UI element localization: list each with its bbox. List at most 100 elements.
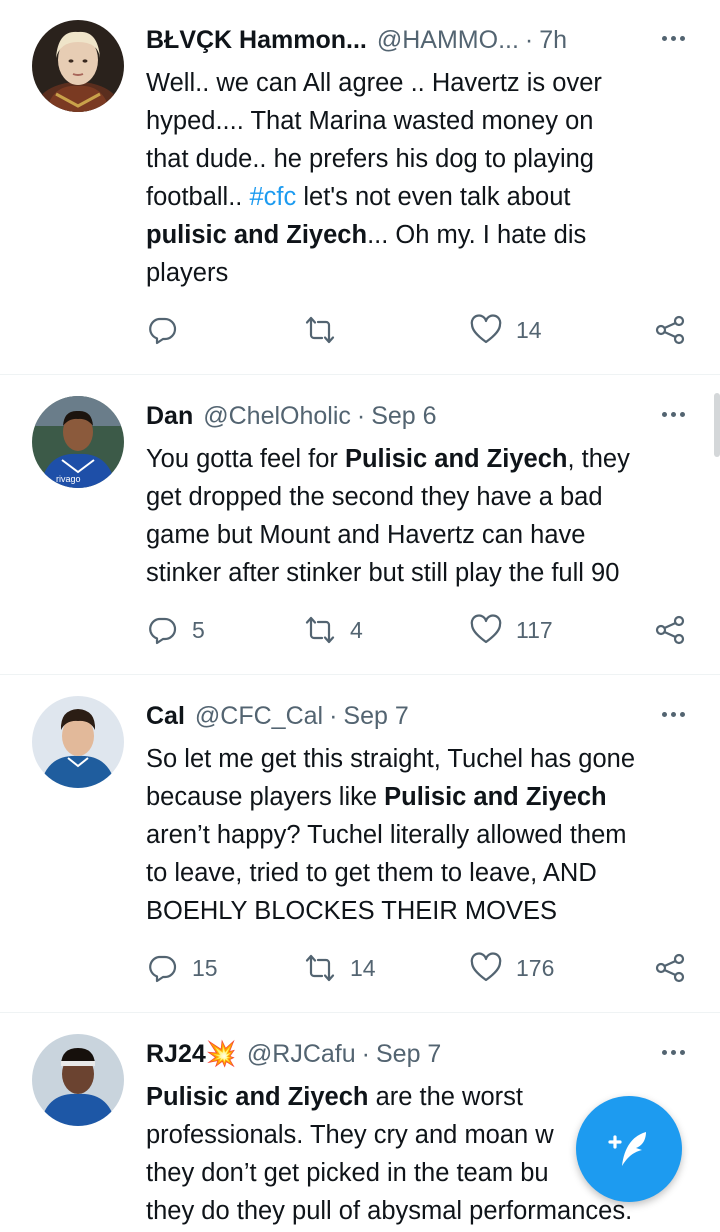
reply-icon <box>149 617 177 645</box>
retweet-button[interactable] <box>304 314 350 346</box>
avatar-sponsor-text: rivago <box>56 474 81 484</box>
tweet-text-line: game but Mount and Havertz can have <box>146 516 696 554</box>
tweet-text-line: get dropped the second they have a bad <box>146 478 696 516</box>
highlighted-text: Pulisic and Ziyech <box>384 783 607 811</box>
retweet-count: 4 <box>350 616 363 643</box>
retweet-button[interactable]: 14 <box>304 952 376 984</box>
divider <box>0 674 720 675</box>
reply-button[interactable]: 15 <box>146 952 218 984</box>
tweet-text-line: pulisic and Ziyech... Oh my. I hate dis <box>146 216 696 254</box>
text-segment: hyped.... That Marina wasted money on <box>146 107 594 135</box>
tweet-actions: 15 14 176 <box>146 952 690 988</box>
text-segment: stinker after stinker but still play the… <box>146 559 620 587</box>
more-icon[interactable] <box>656 26 690 50</box>
reply-count: 15 <box>192 954 218 981</box>
reply-button[interactable] <box>146 314 192 346</box>
like-button[interactable]: 14 <box>470 314 542 346</box>
tweet-text-line: hyped.... That Marina wasted money on <box>146 102 696 140</box>
share-icon <box>655 615 685 645</box>
tweet-text-line: So let me get this straight, Tuchel has … <box>146 740 696 778</box>
tweet-text: Well.. we can All agree .. Havertz is ov… <box>146 64 696 292</box>
avatar[interactable] <box>32 20 124 112</box>
username[interactable]: @HAMMO... <box>377 26 519 55</box>
separator-dot: · <box>356 401 366 430</box>
heart-icon <box>470 314 502 344</box>
text-segment: professionals. They cry and moan w <box>146 1121 554 1149</box>
tweet-text-line: BOEHLY BLOCKES THEIR MOVES <box>146 892 696 930</box>
text-segment: football.. <box>146 183 250 211</box>
share-button[interactable] <box>654 614 686 646</box>
tweet-header: BŁVÇK Hammon... @HAMMO... · 7h <box>146 20 690 60</box>
tweet-text-line: aren’t happy? Tuchel literally allowed t… <box>146 816 696 854</box>
timestamp[interactable]: Sep 6 <box>371 402 436 431</box>
retweet-button[interactable]: 4 <box>304 614 363 646</box>
highlighted-text: Pulisic and Ziyech <box>344 445 568 473</box>
reply-icon <box>149 317 177 345</box>
share-button[interactable] <box>654 952 686 984</box>
tweet-header: Dan @ChelOholic · Sep 6 <box>146 396 690 436</box>
text-segment: ... Oh my. I hate dis <box>367 221 587 249</box>
retweet-icon <box>305 954 335 982</box>
reply-button[interactable]: 5 <box>146 614 205 646</box>
avatar[interactable] <box>32 1034 124 1126</box>
tweet-header: Cal @CFC_Cal · Sep 7 <box>146 696 690 736</box>
timestamp[interactable]: 7h <box>539 26 567 55</box>
timestamp[interactable]: Sep 7 <box>376 1040 441 1069</box>
share-icon <box>655 953 685 983</box>
tweet-text-line: because players like Pulisic and Ziyech <box>146 778 696 816</box>
text-segment: that dude.. he prefers his dog to playin… <box>146 145 594 173</box>
text-segment: players <box>146 259 229 287</box>
avatar[interactable] <box>32 696 124 788</box>
share-button[interactable] <box>654 314 686 346</box>
more-icon[interactable] <box>656 1040 690 1064</box>
tweet-text: You gotta feel for Pulisic and Ziyech, t… <box>146 440 696 592</box>
scrollbar[interactable] <box>714 393 720 457</box>
text-segment: So let me get this straight, Tuchel has … <box>146 745 636 773</box>
timestamp[interactable]: Sep 7 <box>343 702 408 731</box>
like-button[interactable]: 176 <box>470 952 554 984</box>
tweet-actions: 14 <box>146 314 690 350</box>
text-segment: to leave, tried to get them to leave, AN… <box>146 859 597 887</box>
text-segment: Well.. we can All agree .. Havertz is ov… <box>146 69 602 97</box>
display-name[interactable]: BŁVÇK Hammon... <box>146 26 367 55</box>
share-icon <box>655 315 685 345</box>
heart-icon <box>470 952 502 982</box>
tweet-text: So let me get this straight, Tuchel has … <box>146 740 696 930</box>
text-segment: they don’t get picked in the team bu <box>146 1159 549 1187</box>
like-count: 176 <box>516 954 555 981</box>
username[interactable]: @ChelOholic <box>203 402 351 431</box>
reply-icon <box>149 955 177 983</box>
display-name[interactable]: Dan <box>146 402 193 431</box>
text-segment: You gotta feel for <box>146 445 345 473</box>
text-segment: aren’t happy? Tuchel literally allowed t… <box>146 821 627 849</box>
highlighted-text: Pulisic and Ziyech <box>146 1083 369 1111</box>
retweet-count: 14 <box>350 954 376 981</box>
username[interactable]: @CFC_Cal <box>195 702 323 731</box>
compose-tweet-icon <box>608 1132 646 1166</box>
tweet-text-line: that dude.. he prefers his dog to playin… <box>146 140 696 178</box>
text-segment: are the worst <box>368 1083 523 1111</box>
text-segment: because players like <box>146 783 385 811</box>
display-name[interactable]: Cal <box>146 702 185 731</box>
display-name[interactable]: RJ24💥 <box>146 1040 237 1069</box>
username[interactable]: @RJCafu <box>247 1040 356 1069</box>
retweet-icon <box>305 316 335 344</box>
highlighted-text: pulisic and Ziyech <box>146 221 368 249</box>
compose-tweet-button[interactable] <box>576 1096 682 1202</box>
text-segment: game but Mount and Havertz can have <box>146 521 586 549</box>
separator-dot: · <box>524 25 534 54</box>
text-segment: BOEHLY BLOCKES THEIR MOVES <box>146 897 557 925</box>
tweet-text-line: You gotta feel for Pulisic and Ziyech, t… <box>146 440 696 478</box>
tweet-text-line: players <box>146 254 696 292</box>
text-segment: they do they pull of abysmal performance… <box>146 1197 633 1225</box>
tweet-text-line: stinker after stinker but still play the… <box>146 554 696 592</box>
avatar[interactable]: rivago <box>32 396 124 488</box>
hashtag-link[interactable]: #cfc <box>249 183 296 211</box>
divider <box>0 1012 720 1013</box>
text-segment: let's not even talk about <box>296 183 571 211</box>
more-icon[interactable] <box>656 702 690 726</box>
text-segment: , they <box>567 445 630 473</box>
more-icon[interactable] <box>656 402 690 426</box>
tweet-text-line: to leave, tried to get them to leave, AN… <box>146 854 696 892</box>
like-button[interactable]: 117 <box>470 614 553 646</box>
